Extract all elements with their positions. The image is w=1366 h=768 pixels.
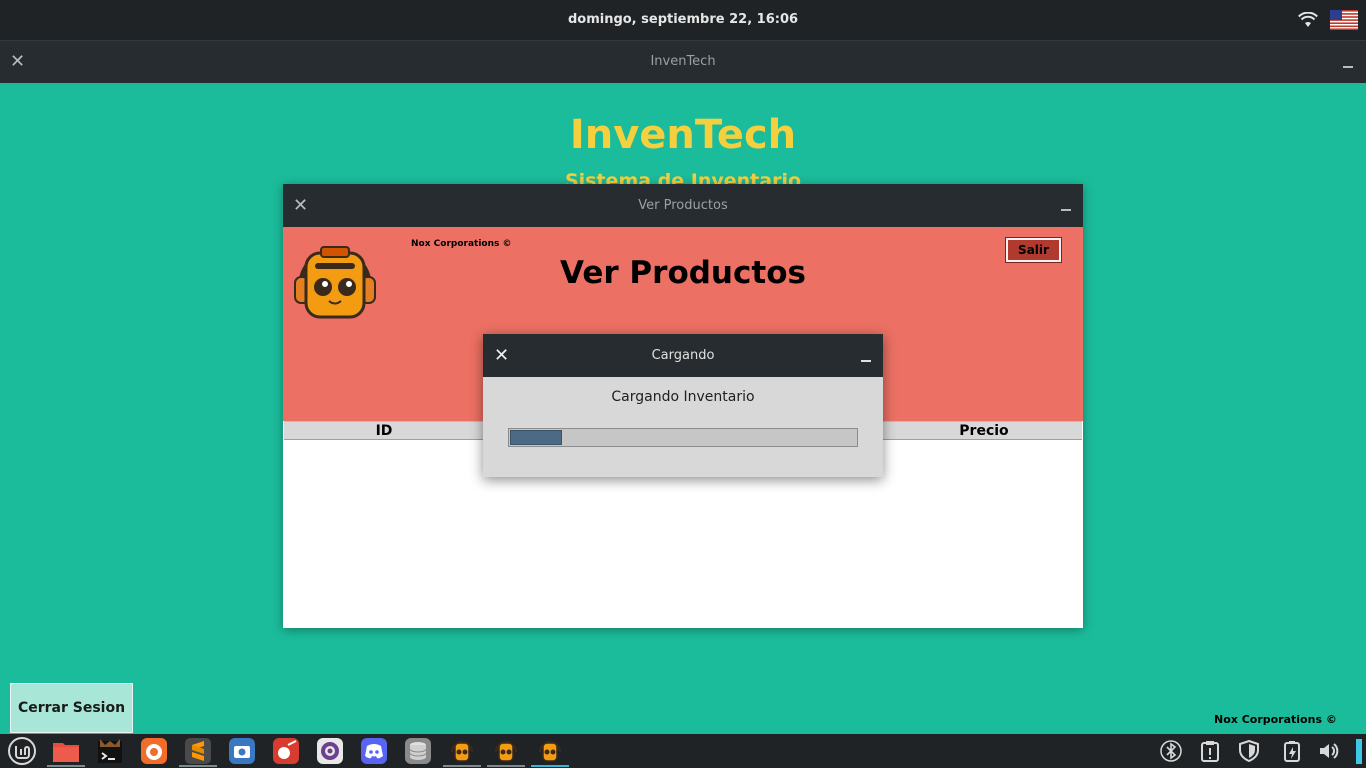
loading-dialog-title: Cargando bbox=[651, 348, 715, 363]
progress-bar bbox=[508, 428, 858, 447]
main-window-title: InvenTech bbox=[650, 54, 716, 69]
ver-productos-window-title: Ver Productos bbox=[638, 198, 728, 213]
volume-icon[interactable] bbox=[1318, 740, 1340, 762]
ver-productos-titlebar: ✕ Ver Productos bbox=[283, 184, 1083, 227]
obs-icon[interactable] bbox=[316, 737, 344, 765]
volume-level-indicator[interactable] bbox=[1356, 739, 1362, 764]
minimize-icon[interactable] bbox=[861, 360, 871, 362]
wifi-icon[interactable] bbox=[1298, 12, 1318, 28]
minimize-icon[interactable] bbox=[1343, 66, 1353, 68]
terminal-icon[interactable] bbox=[96, 737, 124, 765]
top-panel: domingo, septiembre 22, 16:06 bbox=[0, 0, 1366, 40]
gimp-icon[interactable] bbox=[272, 737, 300, 765]
exit-button[interactable]: Salir bbox=[1005, 237, 1062, 263]
clock[interactable]: domingo, septiembre 22, 16:06 bbox=[0, 0, 1366, 40]
minimize-icon[interactable] bbox=[1061, 209, 1071, 211]
active-indicator bbox=[531, 765, 569, 767]
mint-menu-icon[interactable] bbox=[8, 737, 36, 765]
active-indicator bbox=[487, 765, 525, 767]
shield-icon[interactable] bbox=[1238, 740, 1260, 762]
active-indicator bbox=[179, 765, 217, 767]
discord-icon[interactable] bbox=[360, 737, 388, 765]
active-indicator bbox=[443, 765, 481, 767]
progress-bar-fill bbox=[510, 430, 562, 445]
loading-dialog: ✕ Cargando Cargando Inventario bbox=[483, 334, 883, 477]
column-header-id[interactable]: ID bbox=[284, 422, 484, 440]
files-icon[interactable] bbox=[52, 737, 80, 765]
main-window-titlebar: ✕ InvenTech bbox=[0, 40, 1366, 83]
us-flag-icon[interactable] bbox=[1330, 10, 1358, 30]
sublime-text-icon[interactable] bbox=[184, 737, 212, 765]
inventech-window-icon[interactable] bbox=[448, 737, 476, 765]
brand-label: Nox Corporations © bbox=[411, 239, 512, 249]
firefox-icon[interactable] bbox=[140, 737, 168, 765]
database-icon[interactable] bbox=[404, 737, 432, 765]
column-header-precio[interactable]: Precio bbox=[884, 422, 1084, 440]
loading-dialog-titlebar: ✕ Cargando bbox=[483, 334, 883, 377]
app-title: InvenTech bbox=[569, 112, 797, 158]
screenshot-icon[interactable] bbox=[228, 737, 256, 765]
clipboard-icon[interactable] bbox=[1199, 740, 1221, 762]
battery-icon[interactable] bbox=[1281, 740, 1303, 762]
taskbar bbox=[0, 734, 1366, 768]
inventech-window-icon[interactable] bbox=[492, 737, 520, 765]
logout-button[interactable]: Cerrar Sesion bbox=[10, 683, 133, 733]
active-indicator bbox=[47, 765, 85, 767]
page-title: Ver Productos bbox=[560, 255, 806, 291]
footer-brand: Nox Corporations © bbox=[1214, 713, 1337, 726]
loading-message: Cargando Inventario bbox=[611, 389, 755, 405]
inventech-window-icon[interactable] bbox=[536, 737, 564, 765]
bluetooth-icon[interactable] bbox=[1160, 740, 1182, 762]
